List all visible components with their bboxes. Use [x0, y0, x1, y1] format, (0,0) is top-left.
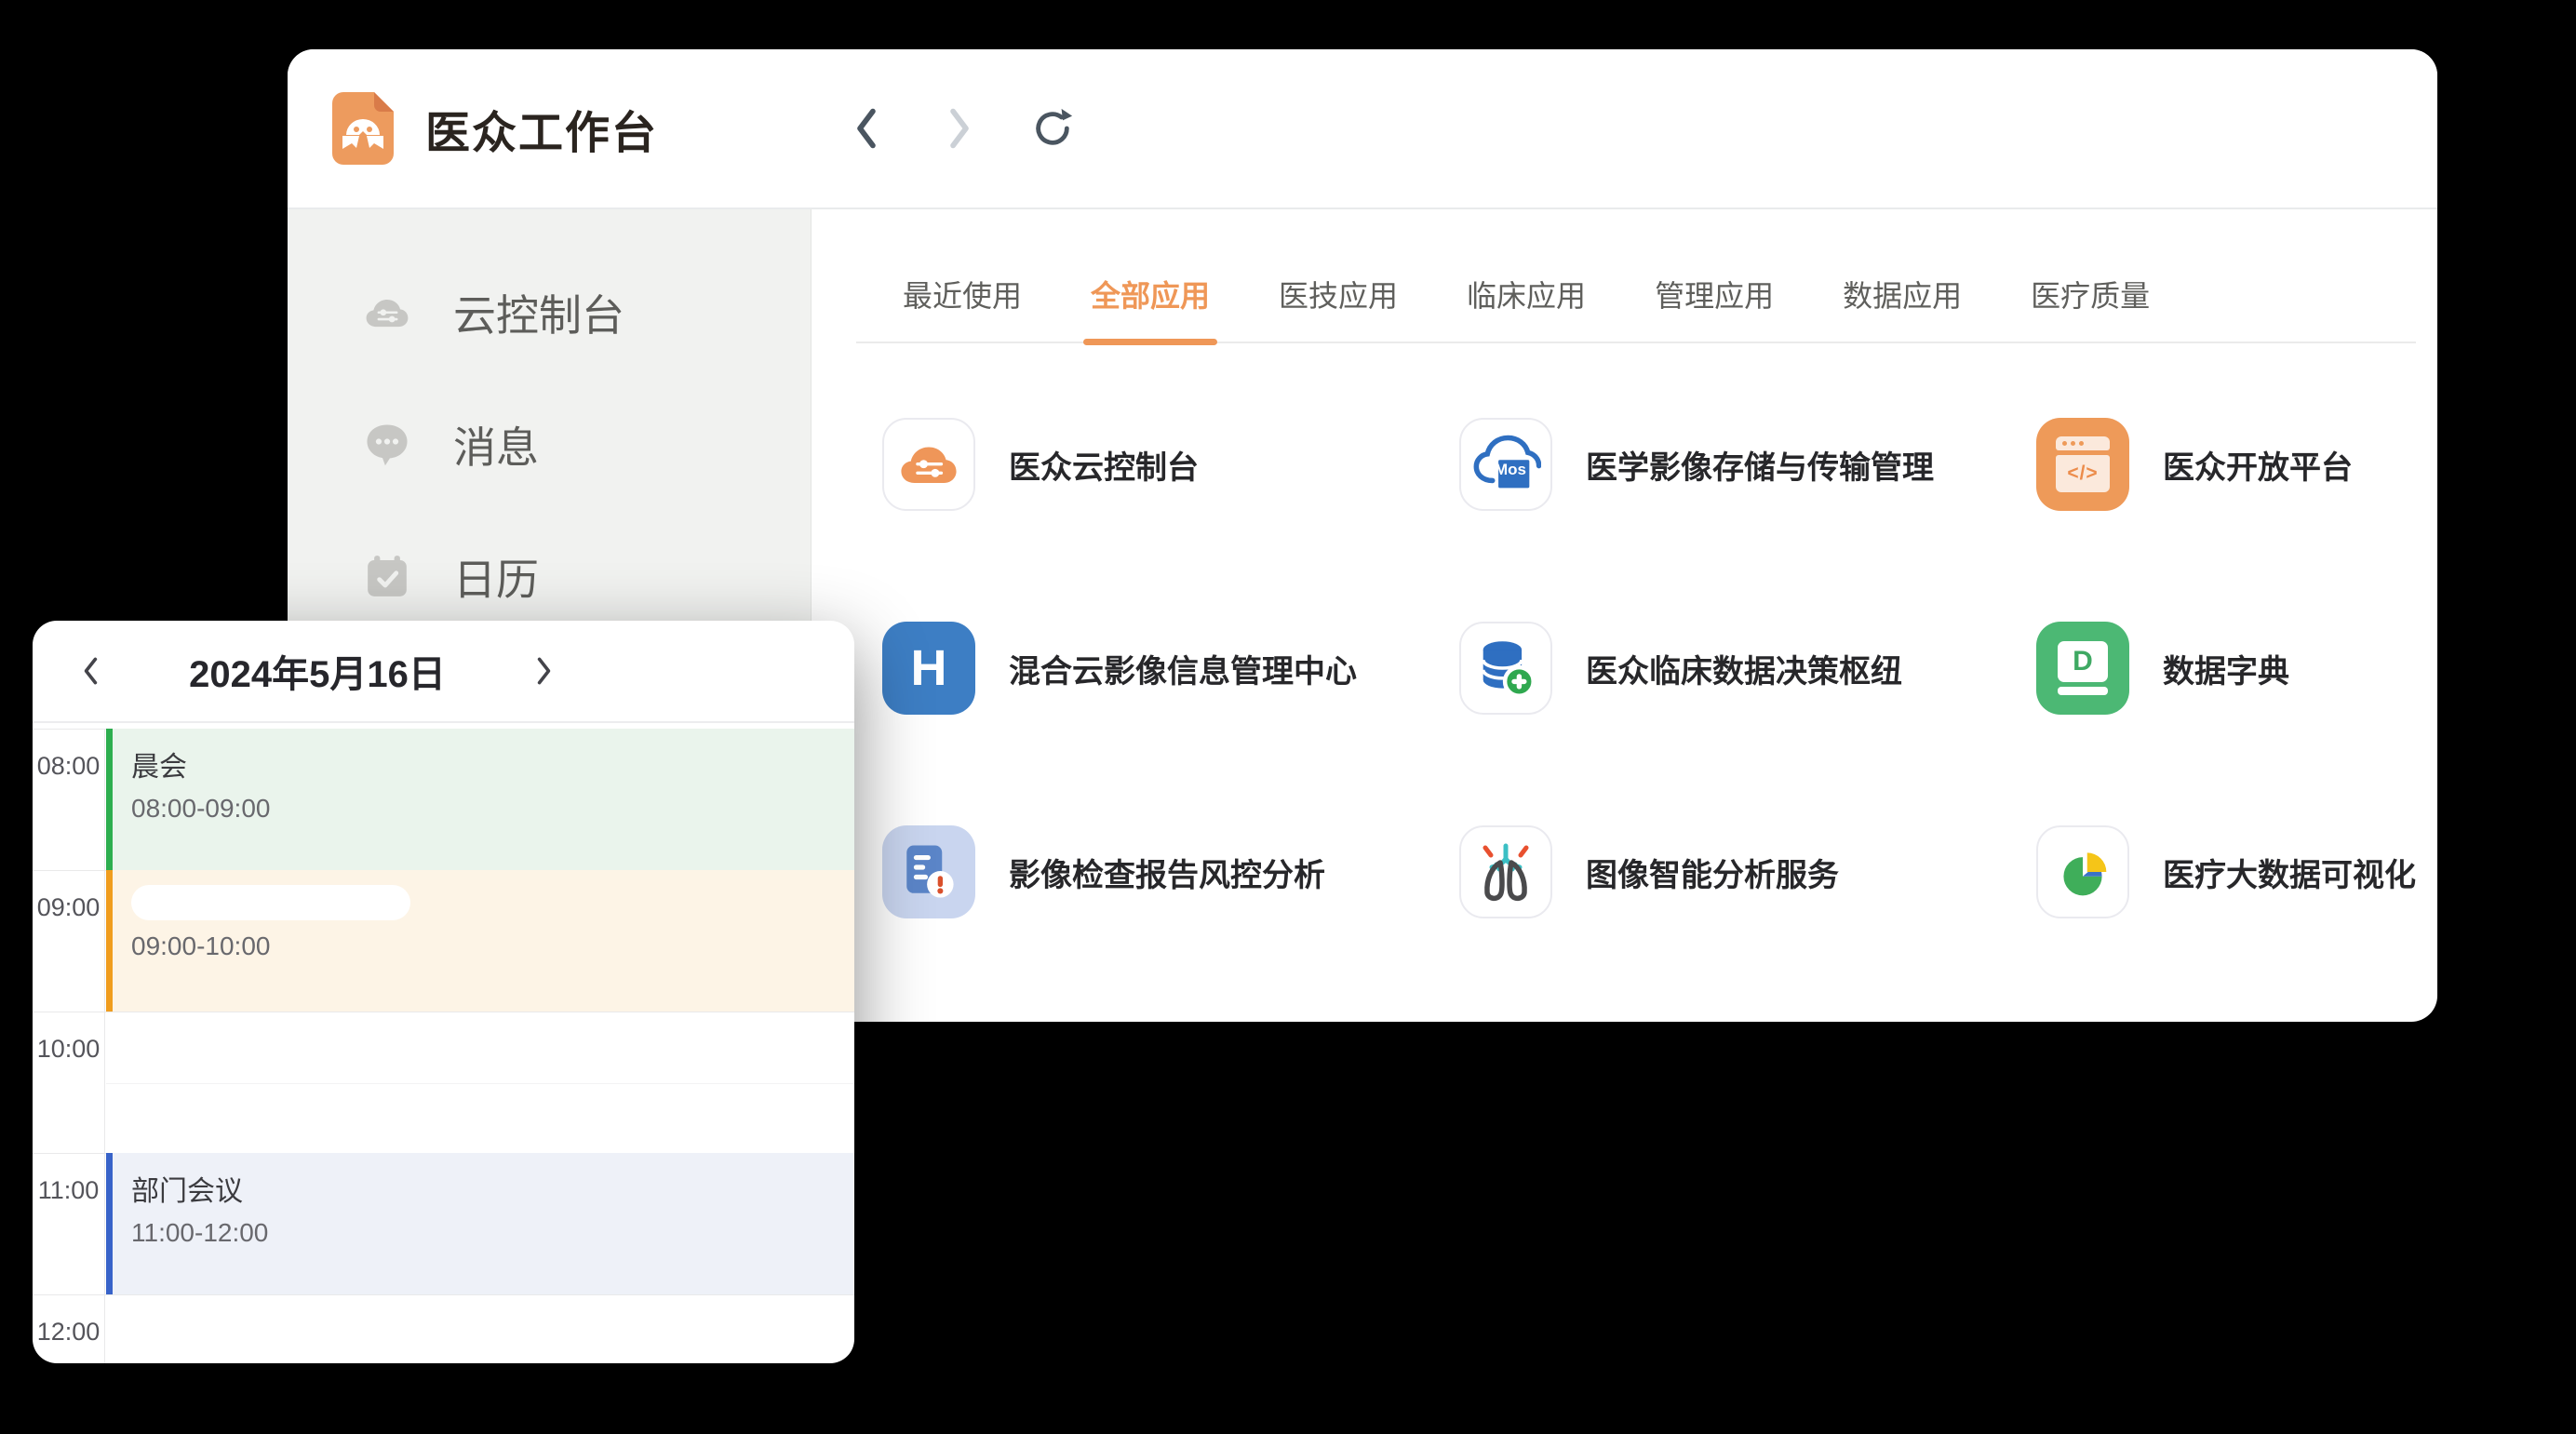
sidebar-item-label: 消息 — [453, 414, 539, 476]
app-label: 图像智能分析服务 — [1586, 850, 1839, 895]
time-label: 12:00 — [33, 1295, 105, 1363]
event-title: 部门会议 — [131, 1168, 854, 1209]
app-label: 医学影像存储与传输管理 — [1586, 442, 1934, 488]
time-label: 11:00 — [33, 1154, 105, 1294]
tab-clinical-apps[interactable]: 临床应用 — [1463, 263, 1590, 342]
time-label: 10:00 — [33, 1012, 105, 1153]
tab-data-apps[interactable]: 数据应用 — [1839, 263, 1966, 342]
book-d-icon: D — [2036, 622, 2129, 715]
event-department-meeting[interactable]: 部门会议 11:00-12:00 — [106, 1153, 854, 1294]
app-logo-icon — [329, 90, 397, 167]
pie-chart-icon — [2036, 825, 2129, 918]
window-header: 医众工作台 — [288, 49, 2437, 209]
app-open-platform[interactable]: </> 医众开放平台 — [2036, 418, 2416, 511]
calendar-prev-day-button[interactable] — [68, 649, 113, 693]
code-glyph: </> — [2056, 455, 2110, 492]
tab-medical-quality[interactable]: 医疗质量 — [2027, 263, 2153, 342]
report-alert-icon — [882, 825, 975, 918]
app-category-tabs: 最近使用 全部应用 医技应用 临床应用 管理应用 数据应用 医疗质量 — [856, 263, 2416, 343]
refresh-icon — [1031, 107, 1074, 150]
calendar-check-icon — [364, 554, 410, 600]
mos-badge-text: Mos — [1492, 461, 1529, 479]
app-label: 医众开放平台 — [2163, 442, 2353, 488]
lungs-icon — [1459, 825, 1552, 918]
calendar-date-title: 2024年5月16日 — [113, 644, 522, 698]
app-label: 医众云控制台 — [1009, 442, 1199, 488]
app-imaging-storage[interactable]: Mos 医学影像存储与传输管理 — [1459, 418, 2036, 511]
app-data-dictionary[interactable]: D 数据字典 — [2036, 622, 2416, 715]
sidebar-item-label: 云控制台 — [453, 282, 624, 343]
app-cloud-console[interactable]: 医众云控制台 — [882, 418, 1459, 511]
back-button[interactable] — [844, 106, 889, 151]
app-label: 混合云影像信息管理中心 — [1009, 646, 1357, 691]
cloud-mos-icon: Mos — [1459, 418, 1552, 511]
calendar-next-day-button[interactable] — [522, 649, 567, 693]
calendar-day-view: 08:00 09:00 10:00 11:00 12:00 晨会 08:00-0… — [33, 723, 854, 1361]
cloud-sliders-icon — [882, 418, 975, 511]
tab-medtech-apps[interactable]: 医技应用 — [1275, 263, 1402, 342]
code-window-icon: </> — [2036, 418, 2129, 511]
app-label: 数据字典 — [2163, 646, 2289, 691]
refresh-button[interactable] — [1030, 106, 1075, 151]
app-hybrid-cloud-imaging[interactable]: H 混合云影像信息管理中心 — [882, 622, 1459, 715]
event-title: 晨会 — [131, 744, 854, 784]
event-redacted[interactable]: 09:00-10:00 — [106, 870, 854, 1012]
redacted-event-title — [131, 885, 410, 920]
app-report-risk-analysis[interactable]: 影像检查报告风控分析 — [882, 825, 1459, 918]
cloud-settings-icon — [364, 289, 410, 336]
app-label: 医众临床数据决策枢纽 — [1586, 646, 1902, 691]
d-letter: D — [2058, 641, 2108, 682]
app-label: 影像检查报告风控分析 — [1009, 850, 1325, 895]
letter-h-icon: H — [882, 622, 975, 715]
tab-all-apps[interactable]: 全部应用 — [1087, 263, 1214, 342]
sidebar-item-messages[interactable]: 消息 — [288, 379, 811, 511]
sidebar-item-cloud-console[interactable]: 云控制台 — [288, 247, 811, 379]
calendar-popup: 2024年5月16日 08:00 09:00 10:00 11:00 12:00… — [33, 621, 854, 1363]
event-time: 09:00-10:00 — [131, 931, 854, 961]
calendar-hour-row[interactable]: 12:00 — [33, 1294, 854, 1363]
event-morning-meeting[interactable]: 晨会 08:00-09:00 — [106, 729, 854, 870]
tab-management-apps[interactable]: 管理应用 — [1651, 263, 1778, 342]
time-label: 08:00 — [33, 730, 105, 870]
tab-recently-used[interactable]: 最近使用 — [899, 263, 1026, 342]
database-plus-icon — [1459, 622, 1552, 715]
app-grid: 医众云控制台 Mos 医学影像存储与传输管理 — [856, 343, 2416, 918]
app-clinical-data-hub[interactable]: 医众临床数据决策枢纽 — [1459, 622, 2036, 715]
event-time: 08:00-09:00 — [131, 794, 854, 824]
app-big-data-visualization[interactable]: 医疗大数据可视化 — [2036, 825, 2416, 918]
h-letter: H — [911, 639, 947, 697]
navigation-controls — [844, 106, 1075, 151]
event-time: 11:00-12:00 — [131, 1218, 854, 1248]
chat-bubble-icon — [364, 422, 410, 468]
app-label: 医疗大数据可视化 — [2163, 850, 2416, 895]
time-label: 09:00 — [33, 871, 105, 1012]
calendar-header: 2024年5月16日 — [33, 621, 854, 723]
app-title: 医众工作台 — [425, 96, 658, 161]
main-content: 最近使用 全部应用 医技应用 临床应用 管理应用 数据应用 医疗质量 — [812, 209, 2437, 1020]
forward-button[interactable] — [937, 106, 982, 151]
calendar-hour-row[interactable]: 10:00 — [33, 1012, 854, 1153]
app-image-ai-analysis[interactable]: 图像智能分析服务 — [1459, 825, 2036, 918]
sidebar-item-label: 日历 — [453, 546, 539, 608]
